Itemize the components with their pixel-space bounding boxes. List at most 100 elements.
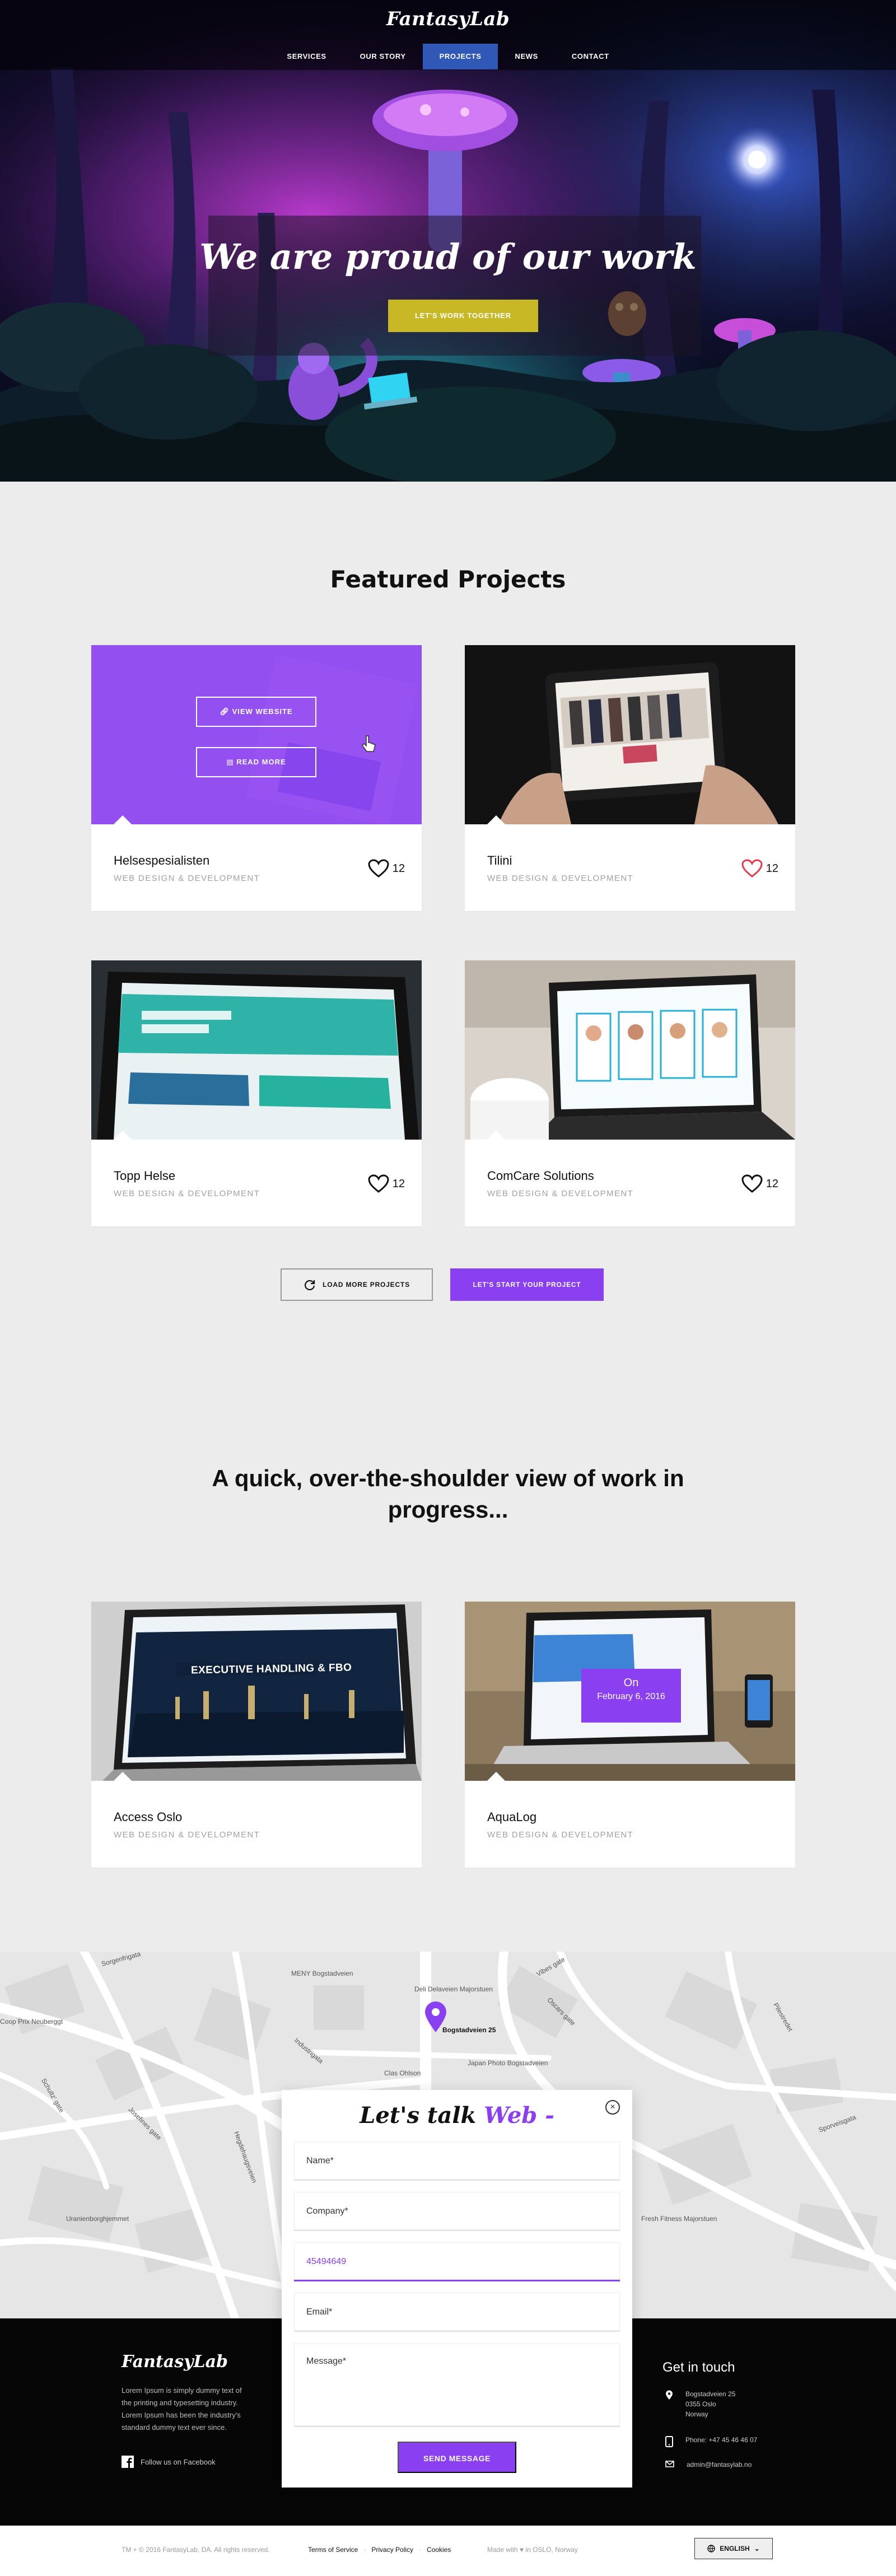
phone-icon bbox=[665, 2436, 673, 2447]
like-count: 12 bbox=[392, 862, 405, 875]
card-notch bbox=[114, 1772, 132, 1781]
read-more-button[interactable]: ▤ READ MORE bbox=[196, 747, 316, 777]
card-notch bbox=[487, 815, 505, 824]
like-count: 12 bbox=[766, 1177, 778, 1190]
project-thumbnail[interactable]: 🔗︎ VIEW WEBSITE ▤ READ MORE bbox=[91, 645, 422, 824]
wip-card-aqualog[interactable]: On February 6, 2016 AquaLog WEB DESIGN &… bbox=[465, 1602, 795, 1868]
email-row[interactable]: admin@fantasylab.no bbox=[665, 2460, 752, 2470]
heart-icon bbox=[368, 859, 389, 878]
phone-row[interactable]: Phone: +47 45 46 46 07 bbox=[665, 2435, 757, 2447]
chevron-down-icon: ⌄ bbox=[754, 2545, 760, 2552]
send-message-button[interactable]: SEND MESSAGE bbox=[398, 2442, 516, 2473]
globe-icon bbox=[707, 2545, 715, 2552]
card-notch bbox=[487, 1131, 505, 1140]
load-more-projects-button[interactable]: LOAD MORE PROJECTS bbox=[281, 1268, 433, 1301]
bottom-bar: TM + © 2016 FantasyLab, DA. All rights r… bbox=[0, 2526, 896, 2576]
phone-field[interactable]: 45494649 bbox=[294, 2242, 620, 2281]
site-logo[interactable]: FantasyLab bbox=[0, 8, 896, 30]
email-field[interactable]: Email* bbox=[294, 2293, 620, 2332]
contact-form: Let's talk Web - × Name* Company* 454946… bbox=[282, 2090, 632, 2488]
project-title[interactable]: ComCare Solutions bbox=[487, 1169, 594, 1183]
project-title[interactable]: Access Oslo bbox=[114, 1810, 182, 1824]
like-button[interactable]: 12 bbox=[368, 859, 405, 878]
refresh-icon bbox=[305, 1280, 315, 1291]
project-title[interactable]: Topp Helse bbox=[114, 1169, 175, 1183]
link-icon: 🔗︎ bbox=[220, 707, 230, 716]
legal-links: Terms of Service · Privacy Policy · Cook… bbox=[308, 2546, 451, 2554]
project-category: WEB DESIGN & DEVELOPMENT bbox=[487, 1189, 634, 1198]
project-category: WEB DESIGN & DEVELOPMENT bbox=[114, 874, 260, 883]
view-website-button[interactable]: 🔗︎ VIEW WEBSITE bbox=[196, 697, 316, 727]
project-card-topp-helse[interactable]: Topp Helse WEB DESIGN & DEVELOPMENT 12 bbox=[91, 960, 422, 1226]
like-count: 12 bbox=[766, 862, 778, 875]
map-label: Japan Photo Bogstadveien bbox=[468, 2059, 548, 2067]
project-category: WEB DESIGN & DEVELOPMENT bbox=[114, 1189, 260, 1198]
privacy-link[interactable]: Privacy Policy bbox=[371, 2546, 413, 2554]
project-thumbnail[interactable] bbox=[465, 645, 795, 824]
nav-news[interactable]: NEWS bbox=[498, 44, 554, 69]
language-selector[interactable]: ENGLISH ⌄ bbox=[694, 2538, 773, 2559]
facebook-link[interactable]: Follow us on Facebook bbox=[122, 2456, 216, 2468]
map-label: Deli Delaveien Majorstuen bbox=[414, 1985, 493, 1993]
made-with-text: Made with ♥ in OSLO, Norway bbox=[487, 2546, 578, 2554]
project-category: WEB DESIGN & DEVELOPMENT bbox=[487, 1830, 634, 1840]
hero-section: FantasyLab SERVICES OUR STORY PROJECTS N… bbox=[0, 0, 896, 482]
project-card-helsespesialisten[interactable]: 🔗︎ VIEW WEBSITE ▤ READ MORE Helsespesial… bbox=[91, 645, 422, 911]
separator: · bbox=[363, 2546, 366, 2554]
map-pin-label: Bogstadveien 25 bbox=[442, 2026, 496, 2034]
nav-our-story[interactable]: OUR STORY bbox=[343, 44, 423, 69]
card-icon: ▤ bbox=[226, 758, 234, 766]
name-field[interactable]: Name* bbox=[294, 2141, 620, 2181]
copyright-text: TM + © 2016 FantasyLab, DA. All rights r… bbox=[122, 2546, 270, 2554]
heart-icon bbox=[741, 1174, 763, 1193]
wip-title: A quick, over-the-shoulder view of work … bbox=[212, 1465, 684, 1523]
map-label: Clas Ohlson bbox=[384, 2069, 421, 2077]
address-row: Bogstadveien 25 0355 Oslo Norway bbox=[665, 2389, 735, 2419]
project-thumbnail[interactable]: On February 6, 2016 bbox=[465, 1602, 795, 1781]
form-title: Let's talk Web - bbox=[360, 2102, 554, 2129]
like-count: 12 bbox=[392, 1177, 405, 1190]
like-button[interactable]: 12 bbox=[741, 1174, 778, 1193]
project-category: WEB DESIGN & DEVELOPMENT bbox=[114, 1830, 260, 1840]
facebook-icon bbox=[122, 2456, 134, 2468]
close-icon[interactable]: × bbox=[605, 2100, 620, 2115]
date-popup: On February 6, 2016 bbox=[581, 1669, 681, 1723]
work-together-button[interactable]: LET'S WORK TOGETHER bbox=[388, 300, 538, 332]
terms-link[interactable]: Terms of Service bbox=[308, 2546, 358, 2554]
like-button[interactable]: 12 bbox=[741, 859, 778, 878]
featured-title: Featured Projects bbox=[330, 566, 566, 593]
project-card-tilini[interactable]: Tilini WEB DESIGN & DEVELOPMENT 12 bbox=[465, 645, 795, 911]
map-label: Coop Prix Neuberggt bbox=[0, 2018, 63, 2026]
project-title[interactable]: Tilini bbox=[487, 853, 512, 868]
heart-icon bbox=[741, 859, 763, 878]
project-title[interactable]: Helsespesialisten bbox=[114, 853, 209, 868]
top-navigation-bar: FantasyLab SERVICES OUR STORY PROJECTS N… bbox=[0, 0, 896, 70]
project-card-comcare[interactable]: ComCare Solutions WEB DESIGN & DEVELOPME… bbox=[465, 960, 795, 1226]
main-navigation: SERVICES OUR STORY PROJECTS NEWS CONTACT bbox=[0, 44, 896, 69]
start-project-button[interactable]: LET'S START YOUR PROJECT bbox=[450, 1268, 604, 1301]
card-notch bbox=[114, 1131, 132, 1140]
wip-card-access-oslo[interactable]: EXECUTIVE HANDLING & FBO Access Oslo WEB… bbox=[91, 1602, 422, 1868]
project-thumbnail[interactable] bbox=[91, 960, 422, 1140]
footer-description: Lorem Ipsum is simply dummy text of the … bbox=[122, 2386, 242, 2432]
heart-icon bbox=[368, 1174, 389, 1193]
hero-title: We are proud of our work bbox=[199, 236, 697, 277]
cookies-link[interactable]: Cookies bbox=[427, 2546, 451, 2554]
project-title[interactable]: AquaLog bbox=[487, 1810, 536, 1824]
project-thumbnail[interactable]: EXECUTIVE HANDLING & FBO bbox=[91, 1602, 422, 1781]
nav-services[interactable]: SERVICES bbox=[270, 44, 343, 69]
project-category: WEB DESIGN & DEVELOPMENT bbox=[487, 874, 634, 883]
nav-contact[interactable]: CONTACT bbox=[555, 44, 626, 69]
message-field[interactable]: Message* bbox=[294, 2343, 620, 2427]
like-button[interactable]: 12 bbox=[368, 1174, 405, 1193]
location-pin-icon bbox=[666, 2390, 673, 2400]
separator: · bbox=[419, 2546, 422, 2554]
featured-projects-section: Featured Projects bbox=[0, 482, 896, 1394]
get-in-touch-title: Get in touch bbox=[662, 2360, 735, 2375]
nav-projects[interactable]: PROJECTS bbox=[422, 44, 498, 69]
map-label: Fresh Fitness Majorstuen bbox=[641, 2215, 717, 2223]
map-label: MENY Bogstadveien bbox=[291, 1970, 353, 1977]
project-thumbnail[interactable] bbox=[465, 960, 795, 1140]
company-field[interactable]: Company* bbox=[294, 2192, 620, 2231]
footer-logo[interactable]: FantasyLab bbox=[122, 2352, 228, 2372]
